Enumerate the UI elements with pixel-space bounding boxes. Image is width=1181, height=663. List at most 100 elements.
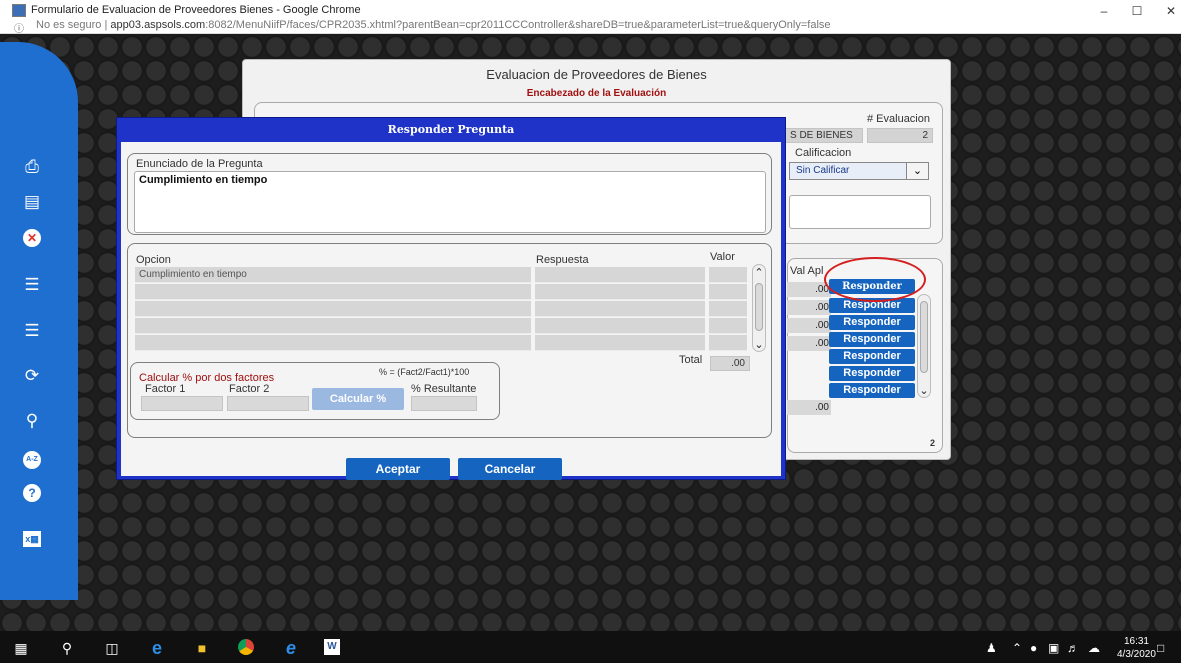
factor2-label: Factor 2 — [229, 383, 270, 395]
clock-date: 4/3/2020 — [1117, 649, 1156, 660]
sort-az-icon[interactable]: A-Z — [20, 444, 44, 469]
scroll-down-icon[interactable]: ⌄ — [753, 338, 765, 351]
calificacion-label: Calificacion — [795, 147, 852, 159]
chevron-down-icon[interactable]: ⌄ — [906, 163, 928, 179]
column-valor: Valor — [710, 251, 735, 263]
save-icon[interactable]: ▤ — [20, 190, 44, 214]
question-label: Enunciado de la Pregunta — [136, 158, 263, 170]
table-row[interactable]: Cumplimiento en tiempo — [135, 267, 747, 283]
valor-cell — [709, 335, 747, 351]
search-doc-icon[interactable]: ⚲ — [20, 409, 44, 433]
address-bar[interactable]: ⓘ No es seguro | app03.aspsols.com:8082/… — [0, 18, 1181, 35]
url-text[interactable]: No es seguro | app03.aspsols.com:8082/Me… — [36, 19, 831, 31]
print-icon[interactable]: ⎙ — [20, 155, 44, 179]
browser-title-bar: Formulario de Evaluacion de Proveedores … — [0, 0, 1181, 35]
total-value: .00 — [710, 356, 750, 371]
responder-button[interactable]: Responder — [829, 315, 915, 330]
db-add-icon[interactable]: ☰ — [20, 273, 44, 297]
people-icon[interactable]: ♟ — [986, 641, 997, 655]
ie-icon[interactable]: e — [282, 639, 300, 657]
respuesta-cell[interactable] — [535, 301, 705, 317]
info-icon[interactable]: ⓘ — [14, 20, 24, 35]
volume-icon[interactable]: ♬ — [1067, 641, 1079, 655]
url-path: :8082/MenuNiifP/faces/CPR2035.xhtml?pare… — [205, 19, 831, 31]
close-window-button[interactable]: ✕ — [1161, 4, 1181, 18]
column-opcion: Opcion — [136, 254, 171, 266]
task-view-icon[interactable]: ◫ — [103, 639, 121, 657]
val-apl-header: Val Apl — [790, 265, 824, 277]
responder-button[interactable]: Responder — [829, 332, 915, 347]
form-title: Evaluacion de Proveedores de Bienes — [486, 67, 707, 82]
respuesta-cell[interactable] — [535, 284, 705, 300]
table-row[interactable] — [135, 284, 747, 300]
file-explorer-icon[interactable]: ■ — [193, 639, 211, 657]
calc-fieldset: Calcular % por dos factores % = (Fact2/F… — [130, 362, 500, 420]
chrome-icon[interactable] — [237, 639, 255, 657]
window-title: Formulario de Evaluacion de Proveedores … — [31, 4, 361, 16]
opcion-cell: Cumplimiento en tiempo — [135, 267, 531, 283]
question-fieldset: Enunciado de la Pregunta Cumplimiento en… — [127, 153, 772, 235]
excel-icon[interactable]: x▦ — [20, 525, 44, 549]
observation-textarea[interactable] — [789, 195, 931, 229]
total-label: Total — [679, 354, 703, 366]
calc-formula: % = (Fact2/Fact1)*100 — [379, 367, 470, 377]
delete-icon[interactable]: ✕ — [20, 225, 44, 249]
factor2-input[interactable] — [227, 396, 309, 411]
respuesta-cell[interactable] — [535, 318, 705, 334]
opcion-cell — [135, 335, 531, 351]
val-apl-cell: .00 — [787, 318, 831, 333]
evaluacion-label: # Evaluacion — [867, 113, 930, 125]
table-row[interactable] — [135, 301, 747, 317]
tray-chevron-icon[interactable]: ⌃ — [1012, 641, 1022, 655]
cancelar-button[interactable]: Cancelar — [458, 458, 562, 480]
word-icon[interactable]: W — [324, 639, 340, 655]
maximize-button[interactable]: ☐ — [1127, 4, 1147, 18]
options-scrollbar[interactable]: ⌃ ⌄ — [752, 264, 766, 352]
help-icon[interactable]: ? — [20, 480, 44, 504]
notifications-icon[interactable]: □ — [1157, 641, 1164, 655]
system-clock[interactable]: 16:31 4/3/2020 — [1117, 635, 1156, 661]
edge-icon[interactable]: e — [148, 639, 166, 657]
app-favicon-icon — [12, 4, 26, 17]
windows-start-icon[interactable]: ▦ — [12, 639, 30, 657]
minimize-button[interactable]: – — [1094, 4, 1114, 18]
calcular-button[interactable]: Calcular % — [312, 388, 404, 410]
responder-button[interactable]: Responder — [829, 366, 915, 381]
db-icon[interactable]: ☰ — [20, 319, 44, 343]
calificacion-value: Sin Calificar — [796, 165, 850, 176]
result-field — [411, 396, 477, 411]
scroll-thumb[interactable] — [920, 301, 928, 373]
respuesta-cell[interactable] — [535, 335, 705, 351]
search-icon[interactable]: ⚲ — [58, 639, 76, 657]
responder-button[interactable]: Responder — [829, 349, 915, 364]
valor-cell — [709, 301, 747, 317]
url-host: app03.aspsols.com — [110, 19, 206, 31]
annotation-circle — [824, 257, 926, 302]
network-icon[interactable]: ● — [1030, 641, 1037, 655]
table-row[interactable] — [135, 335, 747, 351]
respuesta-cell[interactable] — [535, 267, 705, 283]
calificacion-select[interactable]: Sin Calificar ⌄ — [789, 162, 929, 180]
val-apl-cell: .00 — [787, 336, 831, 351]
onedrive-icon[interactable]: ☁ — [1088, 641, 1100, 655]
opcion-cell — [135, 318, 531, 334]
scroll-up-icon[interactable]: ⌃ — [753, 266, 765, 279]
options-scroll-thumb[interactable] — [755, 283, 763, 331]
taskbar: ▦ ⚲ ◫ e ■ e W ♟ ⌃ ● ▣ ♬ ☁ 16:31 4/3/2020… — [0, 631, 1181, 663]
responder-button[interactable]: Responder — [829, 383, 915, 398]
monitor-icon[interactable]: ▣ — [1048, 641, 1059, 655]
clock-time: 16:31 — [1123, 636, 1149, 647]
table-row[interactable] — [135, 318, 747, 334]
evaluation-type-field: S DE BIENES — [785, 128, 863, 143]
factor1-label: Factor 1 — [145, 383, 186, 395]
refresh-icon[interactable]: ⟳ — [20, 364, 44, 388]
page-count: 2 — [930, 438, 936, 448]
evaluacion-number-field: 2 — [867, 128, 933, 143]
question-textarea[interactable]: Cumplimiento en tiempo — [134, 171, 766, 233]
aceptar-button[interactable]: Aceptar — [346, 458, 450, 480]
valor-cell — [709, 284, 747, 300]
factor1-input[interactable] — [141, 396, 223, 411]
scroll-down-icon[interactable]: ⌄ — [918, 384, 930, 397]
url-separator: | — [104, 19, 108, 31]
questions-scrollbar[interactable]: ⌄ — [917, 294, 931, 398]
